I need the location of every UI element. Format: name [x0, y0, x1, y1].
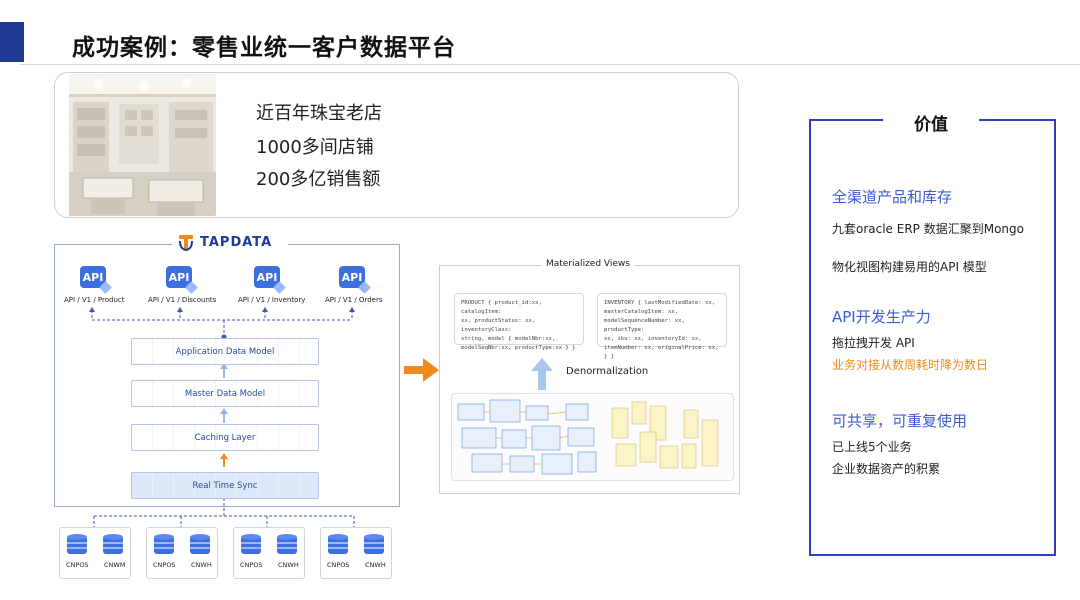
- page-title: 成功案例：零售业统一客户数据平台: [72, 35, 456, 61]
- value-heading-omnichannel: 全渠道产品和库存: [832, 188, 953, 206]
- source-db-group: CNPOS CNWM: [59, 527, 131, 579]
- api-icon: API: [80, 266, 106, 288]
- value-text: 拖拉拽开发 API: [832, 336, 915, 350]
- db-label: CNPOS: [240, 561, 263, 569]
- db-label: CNPOS: [327, 561, 350, 569]
- title-accent-bar: [0, 22, 24, 62]
- database-icon: [241, 534, 261, 554]
- db-label: CNPOS: [153, 561, 176, 569]
- value-text: 九套oracle ERP 数据汇聚到Mongo: [832, 222, 1024, 236]
- database-icon: [154, 534, 174, 554]
- inventory-view-card: INVENTORY { lastModifiedDate: xx, master…: [597, 293, 727, 360]
- layer-application-data-model: Application Data Model: [131, 338, 319, 365]
- layer-master-data-model: Master Data Model: [131, 380, 319, 407]
- db-label: CNWH: [191, 561, 212, 569]
- materialized-views-title: Materialized Views: [542, 259, 634, 269]
- api-icon: API: [254, 266, 280, 288]
- database-icon: [328, 534, 348, 554]
- layer-real-time-sync: Real Time Sync: [131, 472, 319, 499]
- database-icon: [67, 534, 87, 554]
- value-text-highlight: 业务对接从数周耗时降为数日: [832, 358, 989, 372]
- api-icon: API: [166, 266, 192, 288]
- layer-caching: Caching Layer: [131, 424, 319, 451]
- value-text: 已上线5个业务: [832, 440, 912, 454]
- source-db-group: CNPOS CNWH: [233, 527, 305, 579]
- api-icon: API: [339, 266, 365, 288]
- store-fact-sales: 200多亿销售额: [256, 169, 381, 190]
- db-label: CNWH: [278, 561, 299, 569]
- store-fact-stores: 1000多间店铺: [256, 137, 374, 158]
- source-db-group: CNPOS CNWH: [320, 527, 392, 579]
- value-title: 价值: [883, 110, 979, 135]
- store-fact-age: 近百年珠宝老店: [256, 103, 382, 124]
- db-label: CNWM: [104, 561, 126, 569]
- db-label: CNPOS: [66, 561, 89, 569]
- database-icon: [277, 534, 297, 554]
- store-interior-photo: [69, 74, 216, 216]
- value-text: 物化视图构建易用的API 模型: [832, 260, 987, 274]
- value-text: 企业数据资产的积累: [832, 462, 941, 476]
- tapdata-logo-text: TAPDATA: [200, 234, 273, 250]
- database-icon: [103, 534, 123, 554]
- denormalization-arrow-icon: [531, 358, 553, 390]
- product-view-card: PRODUCT { product_id:xx, catalogItem: xx…: [454, 293, 584, 351]
- value-heading-api-productivity: API开发生产力: [832, 308, 931, 326]
- database-icon: [364, 534, 384, 554]
- database-icon: [190, 534, 210, 554]
- flow-arrow-icon: [404, 358, 439, 382]
- db-label: CNWH: [365, 561, 386, 569]
- tapdata-logo-icon: [179, 235, 193, 252]
- source-schema-diagram: [451, 393, 734, 481]
- tapdata-logo: TAPDATA: [172, 229, 288, 255]
- title-divider: [20, 64, 1080, 65]
- denormalization-label: Denormalization: [566, 366, 649, 377]
- source-db-group: CNPOS CNWH: [146, 527, 218, 579]
- value-heading-shareable: 可共享，可重复使用: [832, 412, 968, 430]
